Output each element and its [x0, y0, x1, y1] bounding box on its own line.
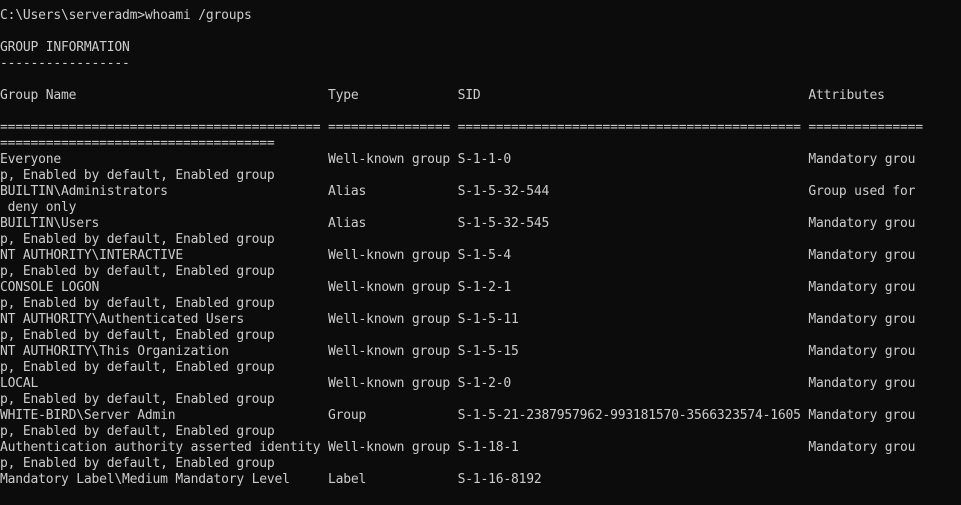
- table-header: Group Name Type SID Attributes: [0, 88, 885, 103]
- table-header-separator: ========================================…: [0, 120, 923, 135]
- table-row-wrap: p, Enabled by default, Enabled group: [0, 392, 275, 407]
- section-title: GROUP INFORMATION: [0, 40, 130, 55]
- table-row-wrap: p, Enabled by default, Enabled group: [0, 232, 275, 247]
- table-row-wrap: p, Enabled by default, Enabled group: [0, 456, 275, 471]
- table-row: NT AUTHORITY\Authenticated Users Well-kn…: [0, 312, 916, 327]
- blank-line: [0, 104, 961, 120]
- table-row: BUILTIN\Administrators Alias S-1-5-32-54…: [0, 184, 916, 199]
- table-row: BUILTIN\Users Alias S-1-5-32-545 Mandato…: [0, 216, 916, 231]
- command-prompt-line: C:\Users\serveradm>whoami /groups: [0, 8, 252, 23]
- table-row: Authentication authority asserted identi…: [0, 440, 916, 455]
- table-row-wrap: p, Enabled by default, Enabled group: [0, 328, 275, 343]
- table-row-wrap: deny only: [0, 200, 77, 215]
- table-row: Mandatory Label\Medium Mandatory Level L…: [0, 472, 542, 487]
- section-underline: -----------------: [0, 56, 130, 71]
- table-row: LOCAL Well-known group S-1-2-0 Mandatory…: [0, 376, 916, 391]
- table-header-separator-wrap: ====================================: [0, 136, 275, 151]
- blank-line: [0, 24, 961, 40]
- table-row-wrap: p, Enabled by default, Enabled group: [0, 264, 275, 279]
- table-row: WHITE-BIRD\Server Admin Group S-1-5-21-2…: [0, 408, 916, 423]
- table-row-wrap: p, Enabled by default, Enabled group: [0, 296, 275, 311]
- blank-line: [0, 72, 961, 88]
- table-row: Everyone Well-known group S-1-1-0 Mandat…: [0, 152, 916, 167]
- table-row: CONSOLE LOGON Well-known group S-1-2-1 M…: [0, 280, 916, 295]
- table-row-wrap: p, Enabled by default, Enabled group: [0, 424, 275, 439]
- table-row: NT AUTHORITY\This Organization Well-know…: [0, 344, 916, 359]
- table-row-wrap: p, Enabled by default, Enabled group: [0, 360, 275, 375]
- table-row: NT AUTHORITY\INTERACTIVE Well-known grou…: [0, 248, 916, 263]
- table-row-wrap: p, Enabled by default, Enabled group: [0, 168, 275, 183]
- console-output[interactable]: C:\Users\serveradm>whoami /groups GROUP …: [0, 8, 961, 505]
